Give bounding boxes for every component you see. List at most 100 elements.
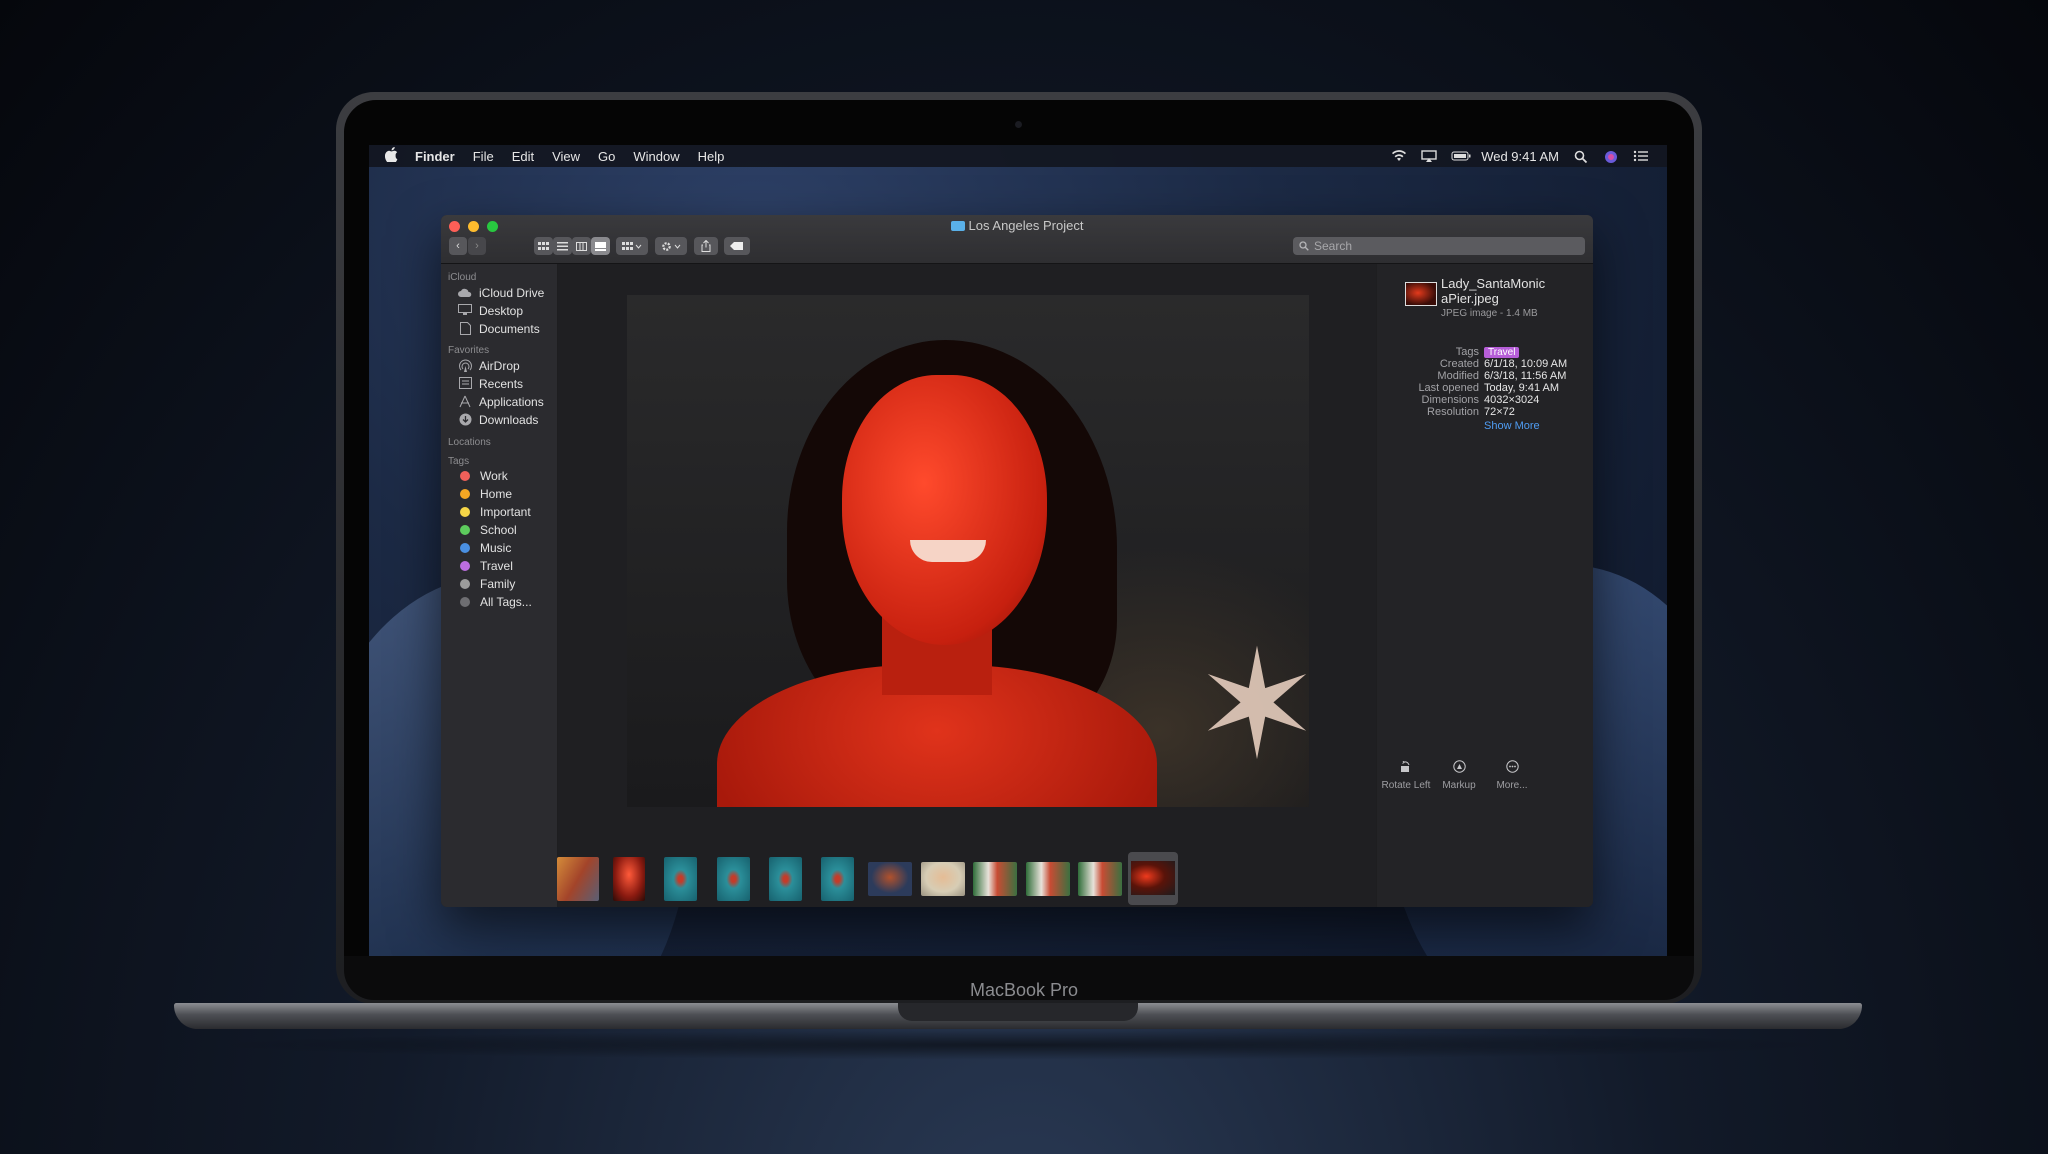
action-button[interactable] [655,237,687,255]
ferris-wheel-light: ✶ [1194,621,1309,789]
sidebar-item-icloud-drive[interactable]: iCloud Drive [457,286,544,300]
sidebar-tag-all-tags[interactable]: All Tags... [457,595,532,609]
sidebar-item-label: Important [480,505,531,519]
sidebar-item-downloads[interactable]: Downloads [457,413,538,427]
menu-go[interactable]: Go [598,149,615,164]
list-view-button[interactable] [553,237,572,255]
preview-image[interactable]: ✶ [627,295,1309,807]
menu-bar: Finder File Edit View Go Window Help Wed… [369,145,1667,167]
filmstrip-thumb[interactable] [973,862,1017,896]
menu-window[interactable]: Window [633,149,679,164]
sidebar-section-tags: Tags [448,456,470,467]
notification-center-icon[interactable] [1633,150,1649,162]
tag-button[interactable] [724,237,750,255]
meta-value: 72×72 [1484,406,1515,418]
sidebar-item-label: Recents [479,377,524,391]
filmstrip-thumb-selected[interactable] [1128,852,1178,905]
airplay-icon[interactable] [1421,150,1437,162]
window-toolbar: Los Angeles Project ‹ › Search [441,215,1593,264]
sidebar-tag-important[interactable]: Important [457,505,531,519]
back-button[interactable]: ‹ [449,237,467,255]
search-field[interactable]: Search [1293,237,1585,255]
window-title-text: Los Angeles Project [968,218,1084,233]
apple-icon[interactable] [384,147,399,165]
menu-view[interactable]: View [552,149,580,164]
sidebar-item-label: Family [480,577,516,591]
photo-smile [910,540,986,562]
sidebar-item-documents[interactable]: Documents [457,322,540,336]
menu-help[interactable]: Help [698,149,725,164]
meta-key: Created [1439,358,1479,370]
clock-icon [457,377,473,391]
tag-dot-icon [460,561,470,571]
file-name-line-1: Lady_SantaMonic [1441,276,1546,291]
meta-value: 6/3/18, 11:56 AM [1484,370,1567,382]
menu-edit[interactable]: Edit [512,149,534,164]
meta-key: Dimensions [1421,394,1479,406]
sidebar-item-label: Downloads [479,413,539,427]
file-name-line-2: aPier.jpeg [1441,291,1499,306]
icon-view-button[interactable] [534,237,553,255]
tag-pill[interactable]: Travel [1484,347,1520,358]
filmstrip-thumb[interactable] [613,857,645,901]
gallery-view-button[interactable] [591,237,610,255]
applications-icon [457,395,473,409]
spotlight-icon[interactable] [1573,150,1589,164]
airdrop-icon [457,359,473,373]
photo-face [842,375,1047,645]
group-by-button[interactable] [616,237,648,255]
sidebar-item-label: Desktop [479,304,524,318]
siri-icon[interactable] [1603,150,1619,163]
filmstrip [557,852,1376,907]
preview-pane: Lady_SantaMonic aPier.jpeg JPEG image - … [1377,264,1593,907]
filmstrip-thumb[interactable] [821,857,854,901]
sidebar-section-locations: Locations [448,437,491,448]
sidebar-item-label: All Tags... [480,595,532,609]
tag-dot-icon [460,507,470,517]
wifi-icon[interactable] [1391,150,1407,162]
sidebar-item-recents[interactable]: Recents [457,377,523,391]
meta-value: 6/1/18, 10:09 AM [1484,358,1568,370]
sidebar-tag-home[interactable]: Home [457,487,512,501]
sidebar-item-desktop[interactable]: Desktop [457,304,523,318]
filmstrip-thumb[interactable] [769,857,802,901]
laptop-notch [898,1003,1138,1021]
sidebar-tag-work[interactable]: Work [457,469,508,483]
sidebar-item-label: Home [480,487,513,501]
sidebar-tag-music[interactable]: Music [457,541,511,555]
sidebar-item-label: AirDrop [479,359,520,373]
meta-tag[interactable]: Travel [1484,346,1520,358]
filmstrip-thumb[interactable] [868,862,912,896]
filmstrip-thumb[interactable] [1026,862,1070,896]
sidebar: iCloud iCloud Drive Desktop Documents Fa… [441,264,557,907]
menu-app-finder[interactable]: Finder [415,149,455,164]
desktop-icon [457,304,473,318]
share-button[interactable] [694,237,718,255]
menu-clock[interactable]: Wed 9:41 AM [1481,149,1559,164]
sidebar-item-label: Travel [480,559,513,573]
show-more-link[interactable]: Show More [1484,420,1540,432]
filmstrip-thumb[interactable] [557,857,599,901]
screen: Finder File Edit View Go Window Help Wed… [369,145,1667,957]
sidebar-item-label: iCloud Drive [479,286,545,300]
filmstrip-thumb[interactable] [921,862,965,896]
sidebar-tag-school[interactable]: School [457,523,517,537]
sidebar-tag-travel[interactable]: Travel [457,559,513,573]
sidebar-section-icloud: iCloud [448,272,477,283]
document-icon [457,322,473,336]
filmstrip-thumb[interactable] [717,857,750,901]
sidebar-item-applications[interactable]: Applications [457,395,544,409]
sidebar-item-airdrop[interactable]: AirDrop [457,359,520,373]
forward-button[interactable]: › [468,237,486,255]
filmstrip-thumb[interactable] [664,857,697,901]
finder-window: Los Angeles Project ‹ › Search iCloud iC… [441,215,1593,907]
tag-dot-icon [460,525,470,535]
menu-file[interactable]: File [473,149,494,164]
filmstrip-thumb-image [1131,861,1175,895]
battery-icon[interactable] [1451,150,1471,162]
filmstrip-thumb[interactable] [1078,862,1122,896]
sidebar-tag-family[interactable]: Family [457,577,515,591]
cloud-icon [457,286,473,300]
more-button[interactable]: More... [1477,760,1547,791]
column-view-button[interactable] [572,237,591,255]
